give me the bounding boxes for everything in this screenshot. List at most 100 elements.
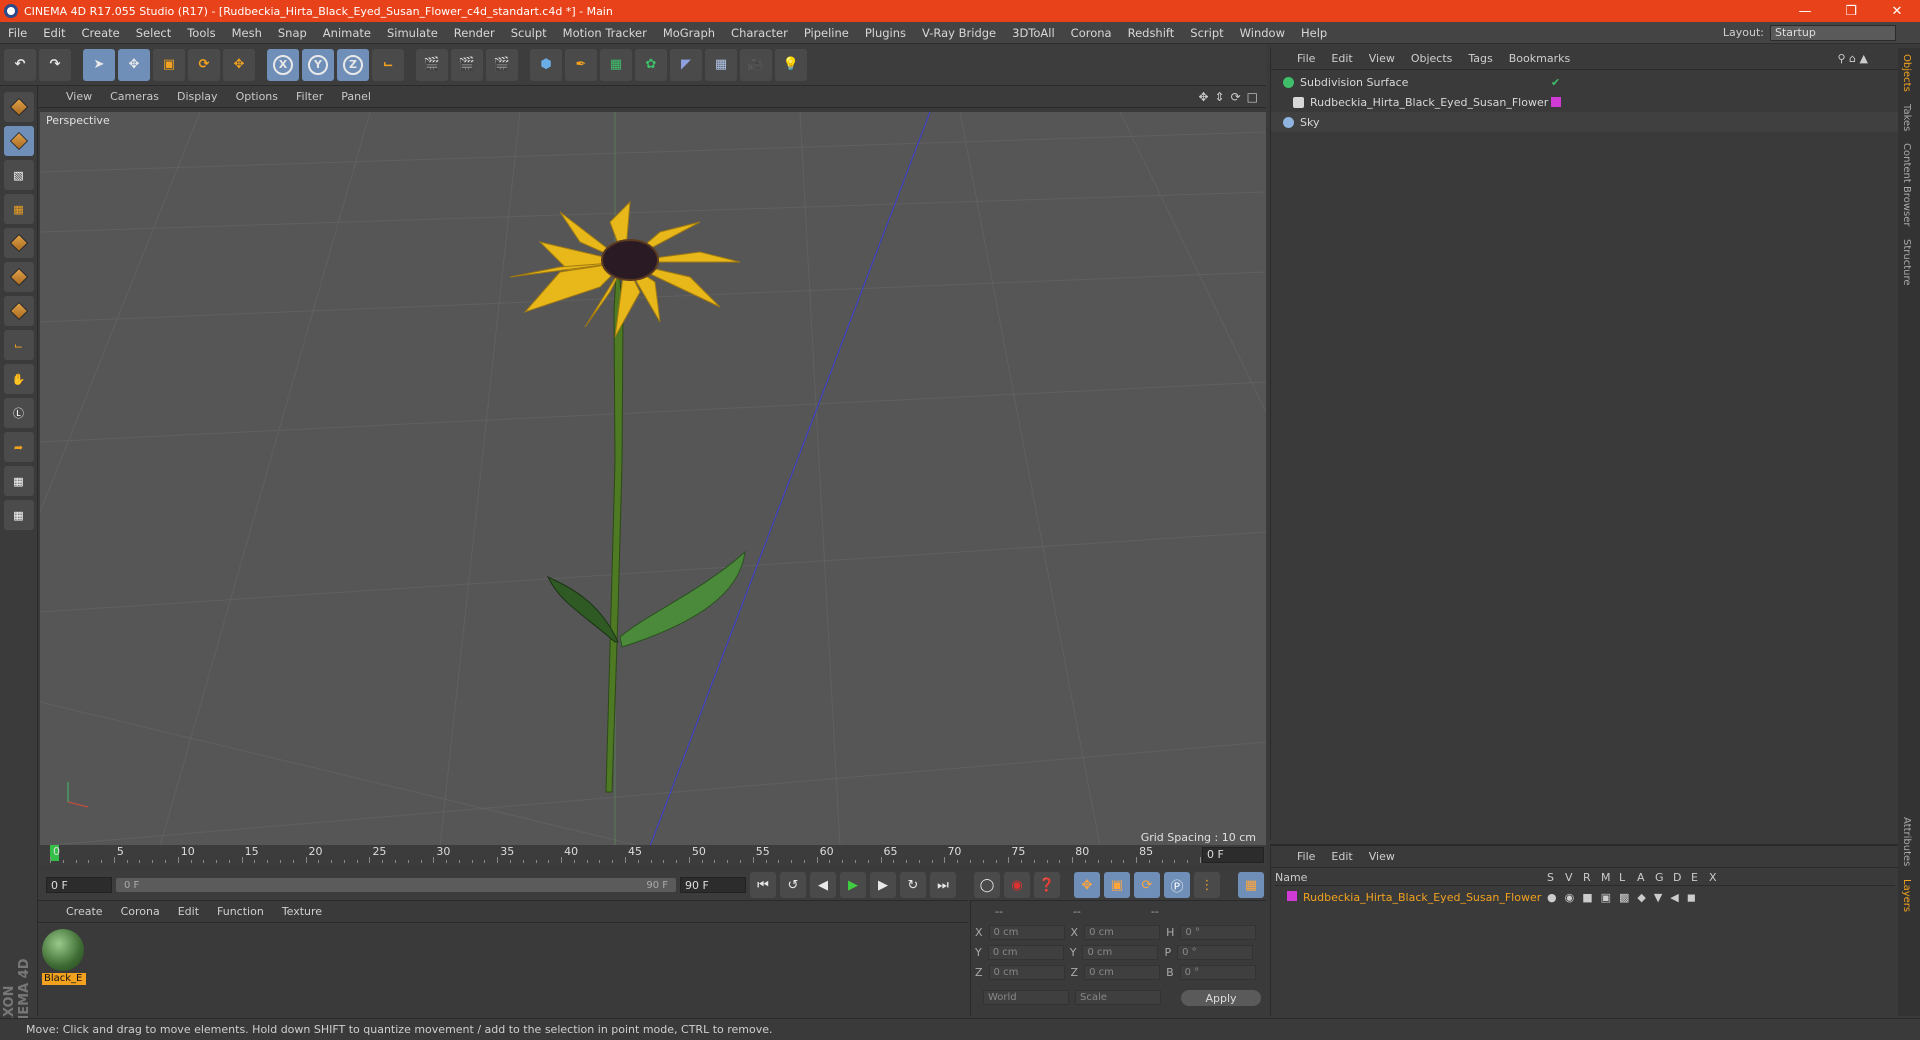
undo-icon[interactable]: ↶ — [4, 48, 36, 81]
snap-icon[interactable]: ➦ — [3, 432, 34, 462]
size-mode-dropdown[interactable]: Scale — [1075, 990, 1161, 1005]
material-swatch[interactable] — [42, 929, 84, 971]
timeline-ruler[interactable]: 051015202530354045505560657075808590 0 F — [38, 845, 1266, 865]
material-menu-texture[interactable]: Texture — [282, 905, 322, 918]
light-icon[interactable]: 💡 — [775, 48, 807, 81]
layer-menu-file[interactable]: File — [1297, 850, 1315, 863]
axis-mode-icon[interactable]: ⌙ — [3, 330, 34, 360]
menu-motion-tracker[interactable]: Motion Tracker — [555, 26, 655, 40]
object-menu-file[interactable]: File — [1297, 52, 1315, 65]
rotate-tool-icon[interactable]: ⟳ — [188, 48, 220, 81]
redo-icon[interactable]: ↷ — [39, 48, 71, 81]
previous-frame-icon[interactable]: ◀ — [810, 872, 836, 898]
enabled-check-icon[interactable]: ✔ — [1551, 76, 1560, 89]
menu-render[interactable]: Render — [446, 26, 503, 40]
next-frame-icon[interactable]: ▶ — [870, 872, 896, 898]
autokeying-icon[interactable]: ❓ — [1034, 872, 1060, 898]
orbit-view-icon[interactable]: ⟳ — [1231, 90, 1241, 104]
key-pla-icon[interactable]: ⋮ — [1194, 872, 1220, 898]
key-scale-icon[interactable]: ▣ — [1104, 872, 1130, 898]
menu-mesh[interactable]: Mesh — [224, 26, 270, 40]
material-menu-function[interactable]: Function — [217, 905, 264, 918]
workplane-lock-icon[interactable]: ▦ — [3, 466, 34, 496]
camera-icon[interactable]: 🎥 — [740, 48, 772, 81]
restore-icon[interactable]: ❐ — [1828, 0, 1874, 22]
render-to-picture-viewer-icon[interactable]: 🎬 — [451, 48, 483, 81]
deformer-icon[interactable]: ◤ — [670, 48, 702, 81]
material-name[interactable]: Black_E — [42, 973, 86, 985]
coord-system-dropdown[interactable]: World — [983, 990, 1069, 1005]
viewport-menu-view[interactable]: View — [66, 90, 92, 103]
menu-character[interactable]: Character — [723, 26, 796, 40]
apply-button[interactable]: Apply — [1181, 990, 1261, 1006]
object-menu-tags[interactable]: Tags — [1468, 52, 1492, 65]
texture-mode-icon[interactable]: ▧ — [3, 160, 34, 190]
menu-vray-bridge[interactable]: V-Ray Bridge — [914, 26, 1004, 40]
toggle-layout-icon[interactable]: □ — [1247, 90, 1258, 104]
viewport-menu-display[interactable]: Display — [177, 90, 218, 103]
layer-color-swatch[interactable] — [1287, 890, 1297, 901]
layer-toggle-icons[interactable]: ●◉■▣▩◆▼◀◼ — [1547, 891, 1704, 904]
position-x-field[interactable]: 0 cm — [988, 925, 1065, 940]
zoom-view-icon[interactable]: ⇕ — [1215, 90, 1225, 104]
viewport-menu-options[interactable]: Options — [236, 90, 278, 103]
start-frame-field[interactable]: 0 F — [46, 877, 112, 893]
key-rotation-icon[interactable]: ⟳ — [1134, 872, 1160, 898]
size-y-field[interactable]: 0 cm — [1082, 945, 1159, 960]
points-mode-icon[interactable] — [3, 228, 34, 258]
next-key-icon[interactable]: ↻ — [900, 872, 926, 898]
x-axis-lock-icon[interactable]: X — [267, 48, 299, 81]
material-menu-create[interactable]: Create — [66, 905, 103, 918]
menu-sculpt[interactable]: Sculpt — [503, 26, 555, 40]
tab-content-browser[interactable]: Content Browser — [1898, 137, 1915, 232]
layer-color-tag[interactable] — [1551, 97, 1561, 107]
coordinate-system-icon[interactable]: ⌙ — [372, 48, 404, 81]
current-frame-field[interactable]: 0 F — [1202, 847, 1264, 863]
layout-dropdown[interactable]: Startup — [1770, 24, 1896, 41]
cube-primitive-icon[interactable]: ⬢ — [530, 48, 562, 81]
layer-row[interactable]: Rudbeckia_Hirta_Black_Eyed_Susan_Flower … — [1275, 888, 1895, 906]
subdivision-surface-icon[interactable]: ▦ — [600, 48, 632, 81]
rotation-h-field[interactable]: 0 ° — [1180, 925, 1257, 940]
size-z-field[interactable]: 0 cm — [1084, 965, 1161, 980]
tab-objects[interactable]: Objects — [1898, 48, 1915, 98]
rotation-p-field[interactable]: 0 ° — [1177, 945, 1254, 960]
make-editable-icon[interactable] — [3, 92, 34, 122]
menu-file[interactable]: File — [0, 26, 35, 40]
record-keys-disabled-icon[interactable]: ◯ — [974, 872, 1000, 898]
menu-animate[interactable]: Animate — [315, 26, 379, 40]
menu-plugins[interactable]: Plugins — [857, 26, 914, 40]
play-forward-icon[interactable]: ▶ — [840, 872, 866, 898]
transform-tool-icon[interactable]: ✥ — [223, 48, 255, 81]
model-mode-icon[interactable] — [3, 126, 34, 156]
timeline-window-icon[interactable]: ▦ — [1238, 872, 1264, 898]
position-y-field[interactable]: 0 cm — [987, 945, 1064, 960]
object-menu-view[interactable]: View — [1369, 52, 1395, 65]
goto-end-icon[interactable]: ⏭ — [930, 872, 956, 898]
layer-menu-edit[interactable]: Edit — [1331, 850, 1352, 863]
object-row[interactable]: Sky — [1271, 112, 1899, 132]
object-name[interactable]: Rudbeckia_Hirta_Black_Eyed_Susan_Flower — [1310, 96, 1548, 109]
y-axis-lock-icon[interactable]: Y — [302, 48, 334, 81]
goto-start-icon[interactable]: ⏮ — [750, 872, 776, 898]
perspective-viewport[interactable]: Perspective Grid Spacing : 10 cm — [40, 112, 1266, 846]
close-icon[interactable]: ✕ — [1874, 0, 1920, 22]
minimize-icon[interactable]: — — [1782, 0, 1828, 22]
menu-corona[interactable]: Corona — [1063, 26, 1120, 40]
key-position-icon[interactable]: ✥ — [1074, 872, 1100, 898]
rotation-b-field[interactable]: 0 ° — [1179, 965, 1256, 980]
menu-edit[interactable]: Edit — [35, 26, 73, 40]
layer-name[interactable]: Rudbeckia_Hirta_Black_Eyed_Susan_Flower — [1303, 891, 1541, 904]
previous-key-icon[interactable]: ↺ — [780, 872, 806, 898]
menu-help[interactable]: Help — [1293, 26, 1335, 40]
size-x-field[interactable]: 0 cm — [1084, 925, 1161, 940]
tab-attributes[interactable]: Attributes — [1898, 811, 1915, 872]
viewport-menu-cameras[interactable]: Cameras — [110, 90, 159, 103]
live-selection-icon[interactable]: ➤ — [83, 48, 115, 81]
menu-snap[interactable]: Snap — [270, 26, 315, 40]
menu-mograph[interactable]: MoGraph — [655, 26, 723, 40]
move-tool-icon[interactable]: ✥ — [118, 48, 150, 81]
search-icon[interactable]: ⚲ ⌂ ▲ — [1838, 52, 1899, 65]
render-view-icon[interactable]: 🎬 — [416, 48, 448, 81]
z-axis-lock-icon[interactable]: Z — [337, 48, 369, 81]
